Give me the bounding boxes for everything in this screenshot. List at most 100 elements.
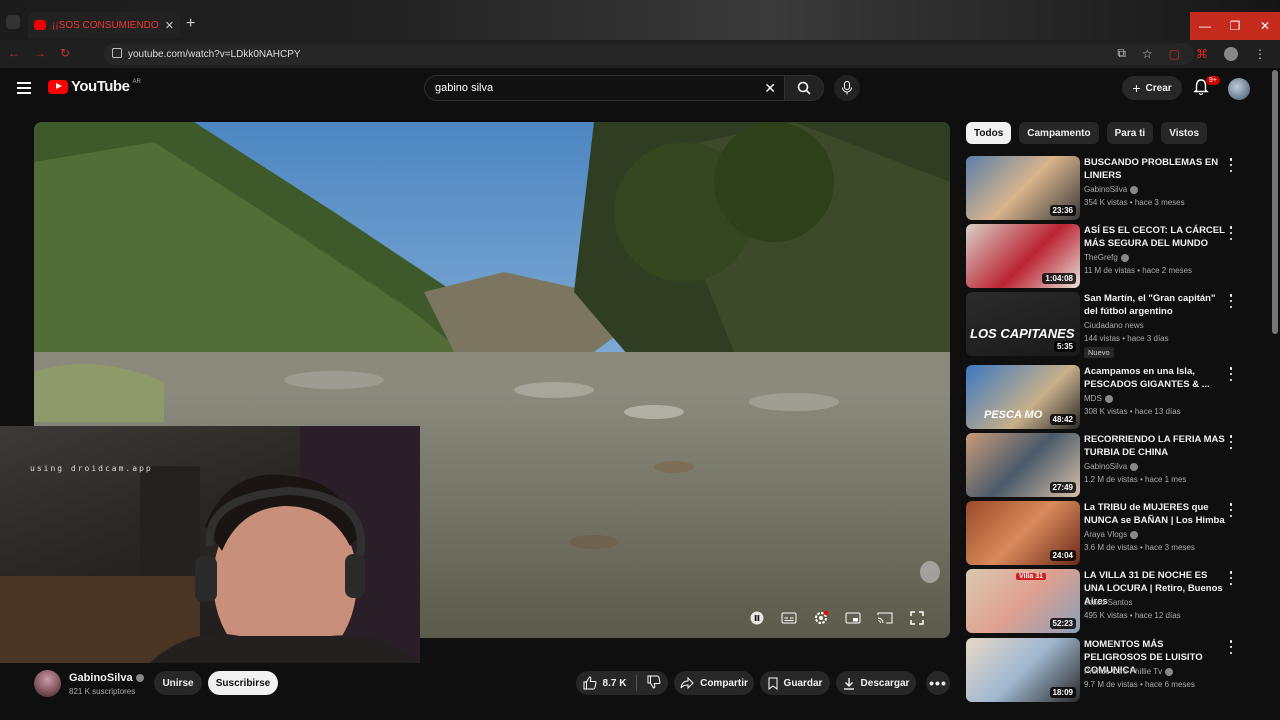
video-thumbnail[interactable]: LOS CAPITANES 5:35	[966, 292, 1080, 356]
voice-search-button[interactable]	[834, 75, 860, 101]
item-menu-icon[interactable]	[1226, 158, 1236, 172]
subscriber-count: 821 K suscriptores	[69, 687, 136, 696]
channel-name[interactable]: Prende Otro Phillie Tv	[1084, 667, 1162, 676]
duration-badge: 27:49	[1049, 482, 1076, 493]
video-thumbnail[interactable]: 18:09	[966, 638, 1080, 702]
channel-name[interactable]: GabinoSilva	[1084, 462, 1127, 471]
video-title[interactable]: San Martín, el "Gran capitán" del fútbol…	[1084, 292, 1226, 318]
item-menu-icon[interactable]	[1226, 226, 1236, 240]
page-scrollbar-thumb[interactable]	[1272, 70, 1278, 334]
video-title[interactable]: Acampamos en una Isla, PESCADOS GIGANTES…	[1084, 365, 1226, 391]
recommendation-item[interactable]: 24:04 La TRIBU de MUJERES que NUNCA se B…	[966, 501, 1266, 565]
new-tab-icon[interactable]: +	[186, 15, 195, 33]
channel-line: Ciudadano news	[1084, 321, 1144, 330]
video-title[interactable]: ASÍ ES EL CECOT: LA CÁRCEL MÁS SEGURA DE…	[1084, 224, 1226, 250]
search-input[interactable]: gabino silva ✕	[424, 75, 784, 101]
youtube-logo[interactable]: YouTube AR	[48, 78, 141, 95]
channel-name[interactable]: GabinoSilva	[69, 672, 144, 684]
item-menu-icon[interactable]	[1226, 503, 1236, 517]
video-thumbnail[interactable]: PESCA MO 48:42	[966, 365, 1080, 429]
channel-name[interactable]: Araya Vlogs	[1084, 530, 1127, 539]
channel-avatar[interactable]	[34, 670, 61, 697]
verified-icon	[1130, 462, 1139, 471]
search-button[interactable]	[784, 75, 824, 101]
create-label: Crear	[1145, 82, 1172, 94]
channel-name[interactable]: Ciudadano news	[1084, 321, 1144, 330]
channel-name[interactable]: TheGrefg	[1084, 253, 1118, 262]
forward-icon[interactable]: →	[34, 46, 46, 60]
fullscreen-icon[interactable]	[908, 610, 926, 626]
more-actions-button[interactable]: •••	[926, 671, 950, 695]
browser-kebab-icon[interactable]: ⋮	[1254, 47, 1266, 61]
save-button[interactable]: Guardar	[760, 671, 830, 695]
channel-name[interactable]: Joaco Santos	[1084, 598, 1132, 607]
chip-todos[interactable]: Todos	[966, 122, 1012, 144]
extension-icon[interactable]: ▢	[1169, 47, 1180, 61]
search-icon	[797, 81, 811, 95]
item-menu-icon[interactable]	[1226, 294, 1236, 308]
cast-icon[interactable]	[876, 610, 894, 626]
account-avatar[interactable]	[1228, 78, 1250, 100]
chip-para-ti[interactable]: Para ti	[1106, 122, 1154, 144]
video-thumbnail[interactable]: Villa 31 52:23	[966, 569, 1080, 633]
recommendation-item[interactable]: 18:09 MOMENTOS MÁS PELIGROSOS DE LUISITO…	[966, 638, 1266, 702]
filter-chips: Todos Campamento Para ti Vistos	[966, 122, 1208, 144]
maximize-icon[interactable]: ❐	[1220, 12, 1250, 40]
guide-menu-icon[interactable]	[17, 82, 31, 94]
miniplayer-icon[interactable]	[844, 610, 862, 626]
item-menu-icon[interactable]	[1226, 435, 1236, 449]
minimize-icon[interactable]: —	[1190, 12, 1220, 40]
video-thumbnail[interactable]: 27:49	[966, 433, 1080, 497]
browser-profile-icon[interactable]	[1224, 46, 1238, 61]
recommendation-item[interactable]: Villa 31 52:23 LA VILLA 31 DE NOCHE ES U…	[966, 569, 1266, 633]
browser-menu-icon[interactable]	[6, 15, 20, 29]
recommendation-item[interactable]: PESCA MO 48:42 Acampamos en una Isla, PE…	[966, 365, 1266, 429]
close-tab-icon[interactable]: ✕	[165, 19, 174, 32]
back-icon[interactable]: ←	[8, 46, 20, 60]
item-menu-icon[interactable]	[1226, 571, 1236, 585]
video-title[interactable]: BUSCANDO PROBLEMAS EN LINIERS	[1084, 156, 1226, 182]
clear-search-icon[interactable]: ✕	[764, 80, 776, 97]
install-app-icon[interactable]: ⧉	[1117, 46, 1126, 61]
channel-name[interactable]: MDS	[1084, 394, 1102, 403]
item-menu-icon[interactable]	[1226, 367, 1236, 381]
settings-gear-icon[interactable]	[812, 610, 830, 626]
reload-icon[interactable]: ↻	[60, 46, 70, 60]
pause-icon[interactable]	[748, 610, 766, 626]
bookmark-star-icon[interactable]: ☆	[1142, 47, 1153, 61]
recommendation-item[interactable]: 23:36 BUSCANDO PROBLEMAS EN LINIERS Gabi…	[966, 156, 1266, 220]
address-actions: ⧉ ☆ ▢ ⌘ ⋮	[1117, 46, 1266, 61]
like-button[interactable]: 8.7 K	[583, 676, 626, 690]
recommendation-item[interactable]: 27:49 RECORRIENDO LA FERIA MAS TURBIA DE…	[966, 433, 1266, 497]
item-menu-icon[interactable]	[1226, 640, 1236, 654]
channel-line: GabinoSilva	[1084, 462, 1139, 471]
chip-campamento[interactable]: Campamento	[1019, 122, 1099, 144]
create-button[interactable]: + Crear	[1122, 76, 1182, 100]
extension-puzzle-icon[interactable]: ⌘	[1196, 47, 1208, 61]
video-title[interactable]: RECORRIENDO LA FERIA MAS TURBIA DE CHINA	[1084, 433, 1226, 459]
channel-name[interactable]: GabinoSilva	[1084, 185, 1127, 194]
video-thumbnail[interactable]: 1:04:08	[966, 224, 1080, 288]
browser-tab[interactable]: ¡¡SOS CONSUMIENDO NO? ✕	[28, 12, 180, 38]
url-text: youtube.com/watch?v=LDkk0NAHCPY	[128, 48, 301, 60]
site-info-icon[interactable]	[112, 48, 122, 58]
video-thumbnail[interactable]: 23:36	[966, 156, 1080, 220]
video-title[interactable]: La TRIBU de MUJERES que NUNCA se BAÑAN |…	[1084, 501, 1226, 527]
chip-vistos[interactable]: Vistos	[1161, 122, 1208, 144]
subtitle-avatar-icon[interactable]	[920, 561, 940, 583]
join-button[interactable]: Unirse	[154, 671, 202, 695]
notifications-button[interactable]: 9+	[1192, 76, 1220, 98]
dislike-button[interactable]	[647, 675, 661, 692]
subtitles-icon[interactable]	[780, 610, 798, 626]
save-label: Guardar	[783, 677, 823, 689]
subscribe-button[interactable]: Suscribirse	[208, 671, 278, 695]
duration-badge: 18:09	[1049, 687, 1076, 698]
recommendation-item[interactable]: 1:04:08 ASÍ ES EL CECOT: LA CÁRCEL MÁS S…	[966, 224, 1266, 288]
share-button[interactable]: Compartir	[674, 671, 754, 695]
download-button[interactable]: Descargar	[836, 671, 916, 695]
recommendation-item[interactable]: LOS CAPITANES 5:35 San Martín, el "Gran …	[966, 292, 1266, 358]
duration-badge: 52:23	[1049, 618, 1076, 629]
close-window-icon[interactable]: ✕	[1250, 12, 1280, 40]
url-field[interactable]: youtube.com/watch?v=LDkk0NAHCPY	[104, 43, 1194, 65]
video-thumbnail[interactable]: 24:04	[966, 501, 1080, 565]
